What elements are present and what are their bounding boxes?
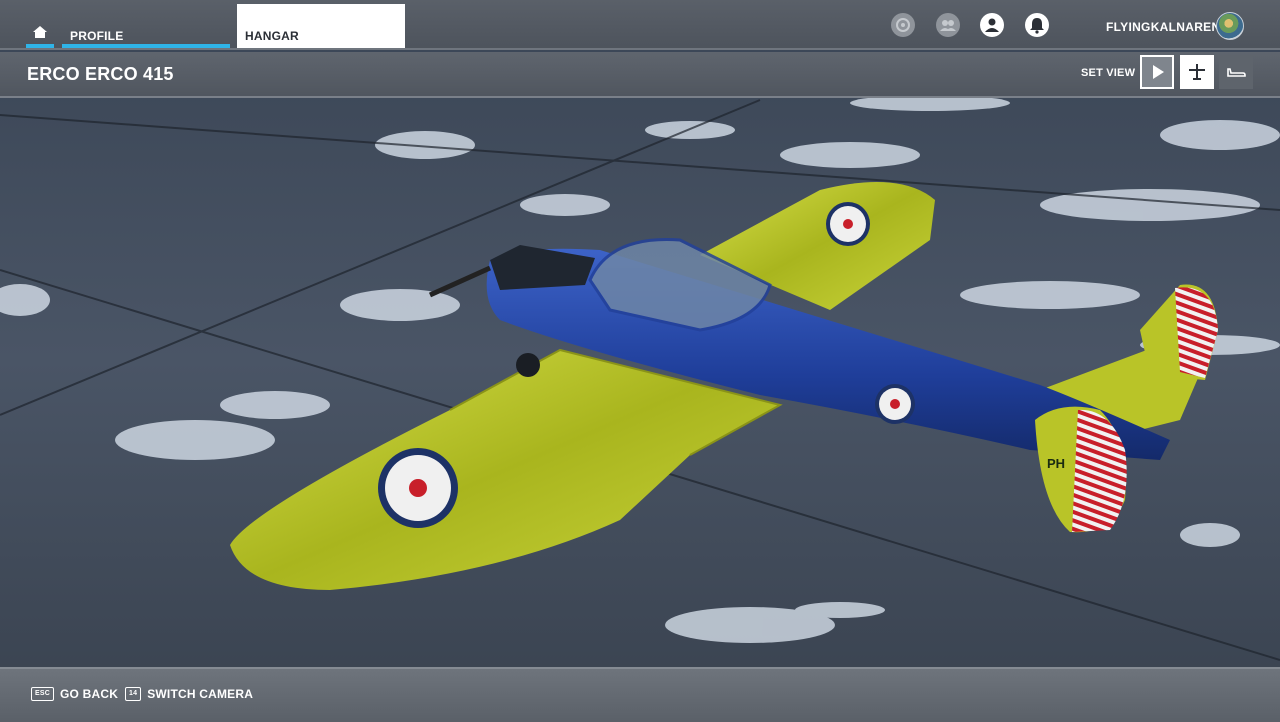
go-back-button[interactable]: ESC GO BACK (31, 687, 118, 701)
news-button[interactable] (891, 13, 915, 37)
tab-profile-indicator (62, 44, 230, 48)
home-button[interactable] (26, 22, 54, 48)
notifications-icon (1030, 18, 1044, 34)
home-icon (33, 26, 47, 38)
profile-button[interactable] (980, 13, 1004, 37)
tab-profile[interactable]: PROFILE (62, 4, 230, 48)
home-tab-indicator (26, 44, 54, 48)
title-bar: ERCO ERCO 415 SET VIEW (0, 52, 1280, 98)
esc-key-icon: ESC (31, 687, 54, 701)
bottom-hint-bar: ESC GO BACK 14 SWITCH CAMERA (0, 667, 1280, 722)
aircraft-registration: PH (1047, 456, 1065, 471)
top-view-icon (1189, 64, 1205, 80)
view-top-button[interactable] (1180, 55, 1214, 89)
side-view-icon (1227, 68, 1246, 77)
username-label[interactable]: FLYINGKALNAREN (1106, 20, 1220, 34)
switch-camera-button[interactable]: 14 SWITCH CAMERA (125, 687, 253, 701)
friends-icon (940, 20, 956, 31)
view-play-button[interactable] (1140, 55, 1174, 89)
hangar-scene: PH (0, 0, 1280, 720)
tab-hangar[interactable]: HANGAR (237, 4, 405, 48)
friends-button[interactable] (936, 13, 960, 37)
camera-key-icon: 14 (125, 687, 142, 701)
set-view-label: SET VIEW (1081, 67, 1136, 79)
tab-profile-label: PROFILE (70, 29, 124, 43)
switch-camera-label: SWITCH CAMERA (147, 687, 254, 701)
avatar[interactable] (1216, 12, 1244, 40)
news-icon (896, 18, 910, 32)
profile-icon (985, 18, 999, 32)
play-icon (1153, 65, 1164, 79)
go-back-label: GO BACK (60, 687, 119, 701)
page-title: ERCO ERCO 415 (27, 64, 174, 84)
tab-hangar-label: HANGAR (245, 29, 299, 43)
notifications-button[interactable] (1025, 13, 1049, 37)
view-side-button[interactable] (1219, 55, 1253, 89)
top-navigation-bar: PROFILE HANGAR FLYINGKALNAREN (0, 0, 1280, 50)
